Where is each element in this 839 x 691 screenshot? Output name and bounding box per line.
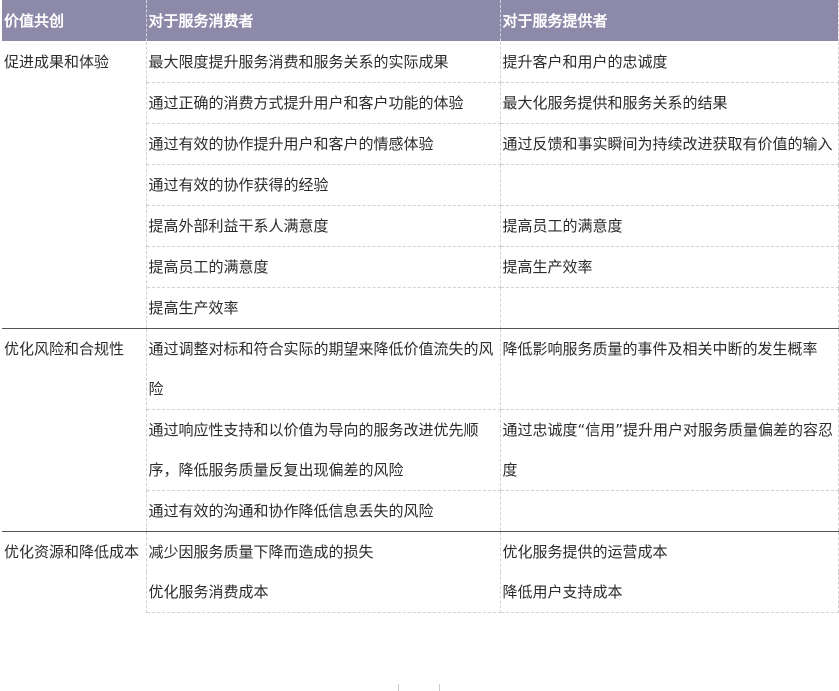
provider-cell: 降低用户支持成本 bbox=[499, 572, 839, 613]
consumer-cell: 提高生产效率 bbox=[146, 287, 501, 329]
provider-cell bbox=[499, 287, 839, 329]
value-cocreation-table: 价值共创 对于服务消费者 对于服务提供者 促进成果和体验 最大限度提升服务消费和… bbox=[2, 0, 839, 613]
group-label-risk-compliance: 优化风险和合规性 bbox=[2, 328, 147, 532]
consumer-cell: 通过有效的协作获得的经验 bbox=[146, 164, 501, 206]
provider-cell: 提高员工的满意度 bbox=[499, 205, 839, 247]
provider-cell: 最大化服务提供和服务关系的结果 bbox=[499, 82, 839, 124]
provider-cell: 通过反馈和事实瞬间为持续改进获取有价值的输入 bbox=[499, 123, 839, 165]
consumer-cell: 减少因服务质量下降而造成的损失 bbox=[145, 531, 501, 572]
table-row: 优化资源和降低成本 减少因服务质量下降而造成的损失 优化服务提供的运营成本 bbox=[2, 531, 839, 613]
provider-cell: 降低影响服务质量的事件及相关中断的发生概率 bbox=[499, 328, 839, 410]
consumer-cell: 优化服务消费成本 bbox=[146, 572, 501, 613]
table-row: 优化风险和合规性 通过调整对标和符合实际的期望来降低价值流失的风险 降低影响服务… bbox=[2, 328, 839, 532]
provider-cell bbox=[499, 490, 839, 532]
provider-cell: 通过忠诚度“信用”提升用户对服务质量偏差的容忍度 bbox=[499, 409, 839, 491]
header-value-cocreation: 价值共创 bbox=[2, 0, 147, 42]
consumer-cell: 提高外部利益干系人满意度 bbox=[146, 205, 501, 247]
group-label-outcomes-experience: 促进成果和体验 bbox=[2, 41, 147, 329]
header-for-provider: 对于服务提供者 bbox=[499, 0, 839, 42]
consumer-cell: 通过正确的消费方式提升用户和客户功能的体验 bbox=[146, 82, 501, 124]
scroll-indicator bbox=[398, 684, 440, 691]
consumer-cell: 提高员工的满意度 bbox=[146, 246, 501, 288]
consumer-cell: 通过有效的沟通和协作降低信息丢失的风险 bbox=[146, 490, 501, 532]
consumer-cell: 通过有效的协作提升用户和客户的情感体验 bbox=[146, 123, 501, 165]
group-label-resources-cost: 优化资源和降低成本 bbox=[2, 531, 147, 613]
provider-cell bbox=[499, 164, 839, 206]
consumer-cell: 最大限度提升服务消费和服务关系的实际成果 bbox=[145, 41, 501, 83]
provider-cell: 提高生产效率 bbox=[499, 246, 839, 288]
header-row: 价值共创 对于服务消费者 对于服务提供者 bbox=[2, 0, 839, 42]
header-for-consumer: 对于服务消费者 bbox=[145, 0, 501, 42]
consumer-cell: 通过响应性支持和以价值为导向的服务改进优先顺序，降低服务质量反复出现偏差的风险 bbox=[146, 409, 501, 491]
provider-cell: 提升客户和用户的忠诚度 bbox=[499, 41, 839, 83]
provider-cell: 优化服务提供的运营成本 bbox=[499, 531, 839, 572]
table-row: 促进成果和体验 最大限度提升服务消费和服务关系的实际成果 提升客户和用户的忠诚度 bbox=[2, 41, 839, 329]
consumer-cell: 通过调整对标和符合实际的期望来降低价值流失的风险 bbox=[145, 328, 501, 410]
